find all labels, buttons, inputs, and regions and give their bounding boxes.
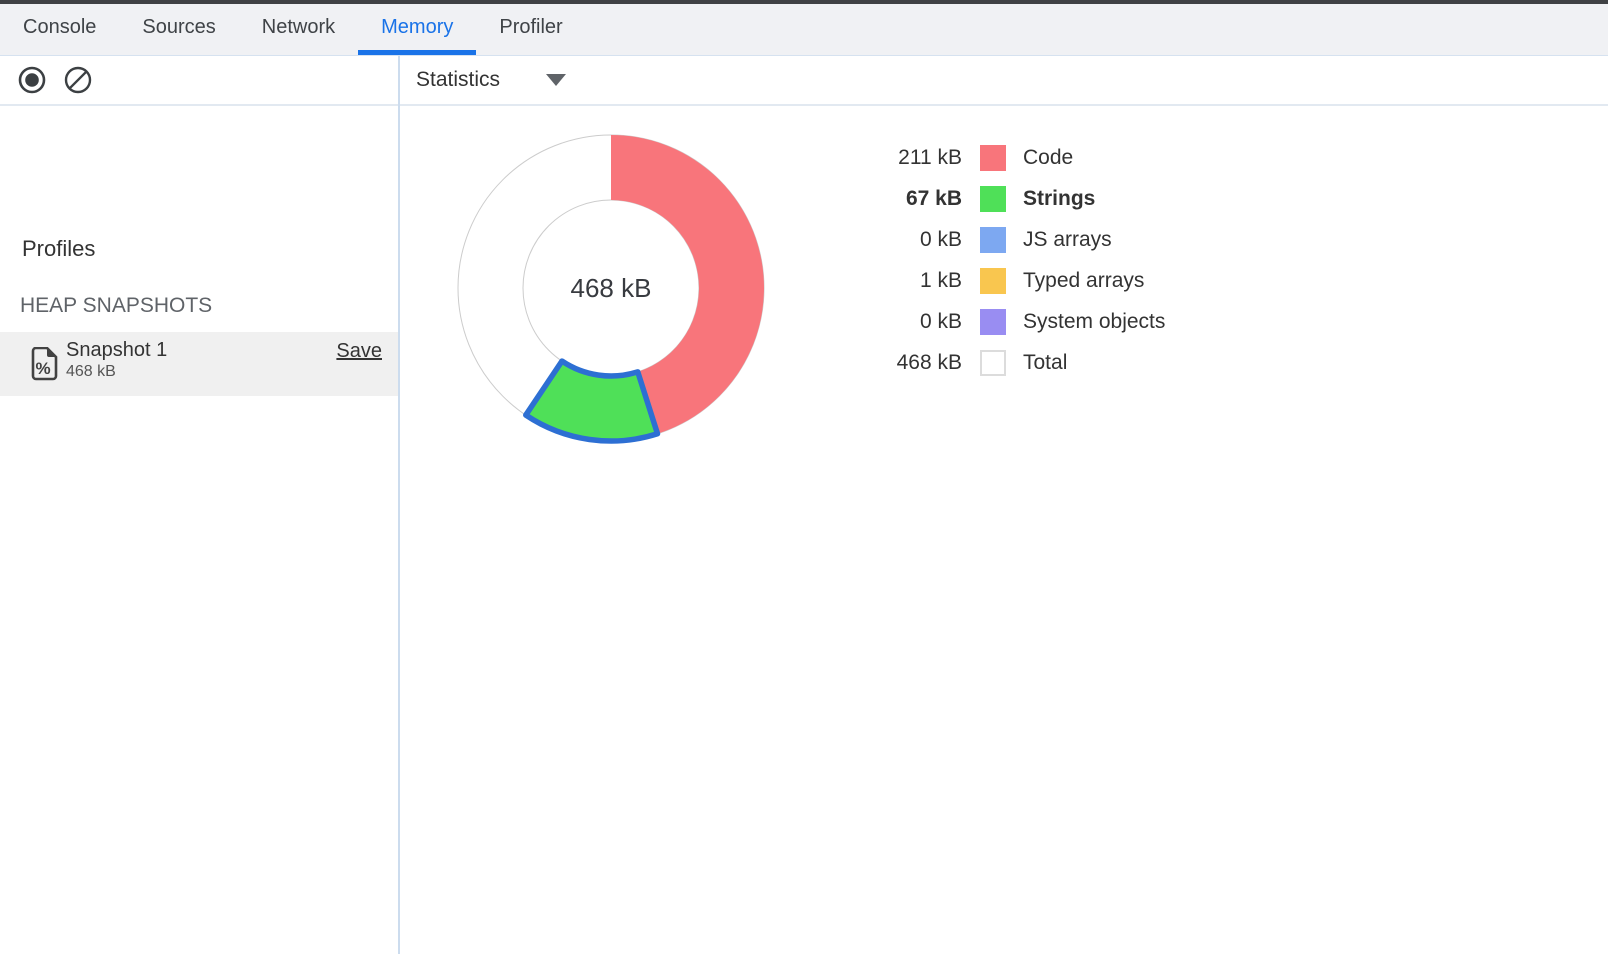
legend-swatch [980, 309, 1006, 335]
tab-network-label: Network [262, 16, 335, 39]
heap-snapshot-file-icon: % [30, 347, 58, 381]
profiles-toolbar [0, 56, 398, 104]
tab-console-label: Console [23, 16, 96, 39]
heap-snapshots-section-title: HEAP SNAPSHOTS [20, 294, 212, 318]
legend-label: JS arrays [1023, 228, 1112, 252]
donut-segment-strings[interactable] [526, 361, 658, 441]
legend-row-code[interactable]: 211 kB Code [850, 137, 1165, 178]
profiles-title: Profiles [22, 236, 95, 262]
legend-value: 0 kB [850, 228, 962, 252]
tab-memory-label: Memory [381, 16, 453, 39]
save-snapshot-link[interactable]: Save [336, 340, 382, 363]
svg-text:%: % [35, 359, 50, 378]
legend-value: 1 kB [850, 269, 962, 293]
snapshot-name: Snapshot 1 [66, 339, 167, 362]
legend-swatch [980, 350, 1006, 376]
tab-sources-label: Sources [142, 16, 215, 39]
legend-value: 67 kB [850, 187, 962, 211]
devtools-tabbar: Console Sources Network Memory Profiler [0, 4, 1608, 56]
legend-swatch [980, 145, 1006, 171]
snapshot-size: 468 kB [66, 363, 116, 381]
tab-memory[interactable]: Memory [358, 4, 476, 55]
chevron-down-icon [546, 74, 566, 86]
legend-value: 468 kB [850, 351, 962, 375]
legend-swatch [980, 268, 1006, 294]
legend-label: Total [1023, 351, 1067, 375]
donut-chart-svg [441, 118, 781, 458]
tab-console[interactable]: Console [0, 4, 119, 55]
profiles-sidebar: Profiles HEAP SNAPSHOTS % Snapshot 1 468… [0, 106, 398, 954]
legend-label: System objects [1023, 310, 1165, 334]
legend-row-typed-arrays[interactable]: 1 kB Typed arrays [850, 260, 1165, 301]
record-icon [17, 65, 47, 95]
statistics-view: 468 kB 211 kB Code 67 kB Strings 0 kB JS arra… [400, 106, 1608, 954]
legend-swatch [980, 227, 1006, 253]
block-icon [63, 65, 93, 95]
tab-sources[interactable]: Sources [119, 4, 238, 55]
view-toolbar: Statistics [400, 56, 1608, 104]
legend-row-js-arrays[interactable]: 0 kB JS arrays [850, 219, 1165, 260]
record-heap-snapshot-button[interactable] [16, 64, 48, 96]
donut-ring-outline [523, 200, 699, 376]
memory-donut-chart: 468 kB [441, 118, 781, 458]
legend-value: 211 kB [850, 146, 962, 170]
legend-row-total[interactable]: 468 kB Total [850, 342, 1165, 383]
legend-label: Code [1023, 146, 1073, 170]
sidebar-item-snapshot-1[interactable]: % Snapshot 1 468 kB Save [0, 332, 398, 396]
tab-profiler-label: Profiler [499, 16, 562, 39]
legend-row-system-objects[interactable]: 0 kB System objects [850, 301, 1165, 342]
clear-profiles-button[interactable] [62, 64, 94, 96]
memory-toolbar: Statistics [0, 56, 1608, 106]
chart-legend: 211 kB Code 67 kB Strings 0 kB JS arrays 1 kB T… [850, 137, 1165, 383]
legend-label: Typed arrays [1023, 269, 1144, 293]
tab-profiler[interactable]: Profiler [476, 4, 585, 55]
legend-label: Strings [1023, 187, 1095, 211]
legend-swatch [980, 186, 1006, 212]
legend-row-strings[interactable]: 67 kB Strings [850, 178, 1165, 219]
tab-network[interactable]: Network [239, 4, 358, 55]
perspective-select-value: Statistics [416, 68, 500, 92]
legend-value: 0 kB [850, 310, 962, 334]
perspective-select[interactable]: Statistics [416, 68, 566, 92]
